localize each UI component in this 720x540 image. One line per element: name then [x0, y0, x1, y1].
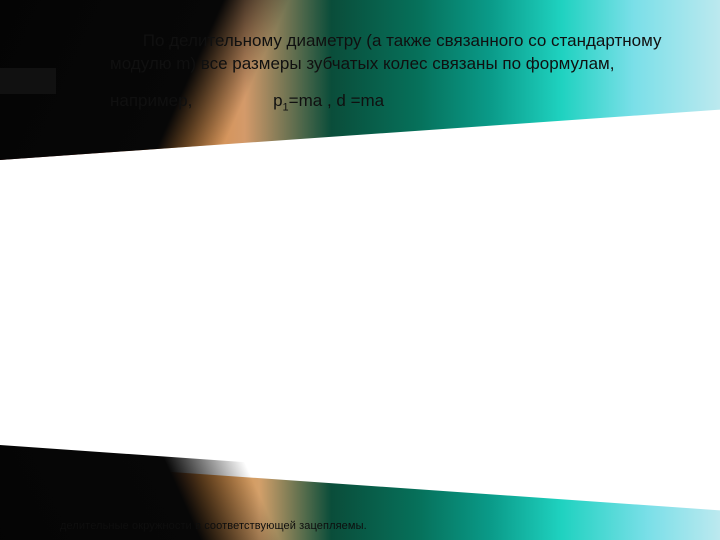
bottom-caption: делительные окружности в соответствующей…	[60, 520, 700, 532]
paragraph-1: По делительному диаметру (а также связан…	[110, 30, 680, 76]
left-marker-bar	[0, 68, 56, 94]
presentation-slide: По делительному диаметру (а также связан…	[0, 0, 720, 540]
body-text: По делительному диаметру (а также связан…	[110, 30, 680, 129]
paragraph-2: например, p1=ma , d =ma	[110, 90, 680, 115]
